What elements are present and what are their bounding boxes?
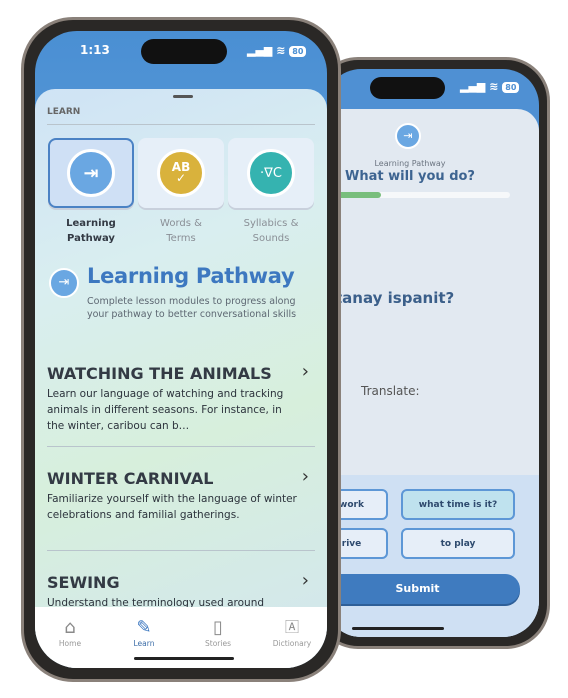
dynamic-island (370, 77, 445, 99)
status-time: 1:13 (80, 43, 110, 57)
tab-learn[interactable]: ✎ Learn (114, 617, 174, 648)
pencil-icon: ✎ (136, 617, 152, 638)
option-button-selected[interactable]: what time is it? (401, 489, 515, 520)
book-icon: ▯ (213, 617, 223, 638)
lesson-title: WATCHING THE ANIMALS (47, 364, 272, 383)
divider (47, 550, 315, 551)
battery-indicator: 80 (502, 82, 520, 93)
quiz-screen: ▂▄▆ ≋ 80 ⇥ Learning Pathway What will yo… (325, 69, 539, 637)
translate-label: Translate: (361, 384, 420, 398)
home-icon: ⌂ (64, 617, 76, 638)
chevron-right-icon: › (301, 570, 309, 591)
section-title: Learning Pathway (87, 264, 295, 288)
category-syllabics-sounds[interactable]: ·∇C (228, 138, 314, 208)
quiz-phrase: tanay ispanit? (335, 289, 455, 307)
answer-area: work what time is it? rive to play Submi… (325, 475, 539, 637)
home-indicator (134, 657, 234, 660)
tab-label: Stories (205, 639, 231, 648)
learn-sheet: LEARN ⇥ AB ✓ ·∇C Learning Pathway Words &… (35, 89, 327, 668)
lesson-title: SEWING (47, 573, 120, 592)
section-label: LEARN (47, 107, 81, 117)
front-phone: 1:13 ▂▄▆ ≋ 80 LEARN ⇥ AB ✓ ·∇C Learning P… (21, 17, 341, 682)
signpost-icon: ⇥ (67, 149, 115, 197)
status-bar: ▂▄▆ ≋ 80 (247, 44, 307, 57)
home-indicator (352, 627, 444, 630)
drag-handle[interactable] (173, 95, 193, 98)
chevron-right-icon: › (301, 361, 309, 382)
status-bar: ▂▄▆ ≋ 80 (460, 80, 520, 93)
category-label: Syllabics & Sounds (243, 218, 299, 244)
divider (47, 124, 315, 125)
dictionary-icon: 🄰 (285, 620, 299, 636)
battery-indicator: 80 (289, 46, 307, 57)
dynamic-island (141, 39, 227, 64)
category-learning-pathway[interactable]: ⇥ (48, 138, 134, 208)
lesson-description: Learn our language of watching and track… (47, 388, 284, 432)
signpost-icon: ⇥ (49, 268, 79, 298)
signpost-icon: ⇥ (395, 123, 421, 149)
chevron-right-icon: › (301, 466, 309, 487)
ab-check-icon: AB ✓ (157, 149, 205, 197)
tab-label: Home (58, 639, 82, 648)
lesson-title: WINTER CARNIVAL (47, 469, 214, 488)
learn-screen: 1:13 ▂▄▆ ≋ 80 LEARN ⇥ AB ✓ ·∇C Learning P… (35, 31, 327, 668)
category-words-terms[interactable]: AB ✓ (138, 138, 224, 208)
tab-bar: ⌂ Home ✎ Learn ▯ Stories 🄰 Dictionary (35, 607, 327, 668)
tab-label: Dictionary (272, 639, 312, 648)
category-label: Learning Pathway (66, 218, 116, 244)
quiz-panel: ⇥ Learning Pathway What will you do? tan… (325, 109, 539, 637)
tab-label: Learn (133, 639, 155, 648)
tab-stories[interactable]: ▯ Stories (188, 617, 248, 648)
divider (47, 446, 315, 447)
section-description: Complete lesson modules to progress alon… (87, 296, 297, 320)
syllabics-icon: ·∇C (247, 149, 295, 197)
tab-home[interactable]: ⌂ Home (40, 617, 100, 648)
tab-dictionary[interactable]: 🄰 Dictionary (262, 617, 322, 648)
option-button[interactable]: to play (401, 528, 515, 559)
quiz-title: What will you do? (345, 169, 475, 184)
lesson-description: Familiarize yourself with the language o… (47, 493, 297, 521)
category-label: Words & Terms (160, 218, 202, 244)
progress-bar (325, 192, 510, 198)
back-phone: ▂▄▆ ≋ 80 ⇥ Learning Pathway What will yo… (314, 57, 550, 649)
submit-button[interactable]: Submit (325, 574, 520, 604)
quiz-subtitle: Learning Pathway (374, 159, 446, 168)
